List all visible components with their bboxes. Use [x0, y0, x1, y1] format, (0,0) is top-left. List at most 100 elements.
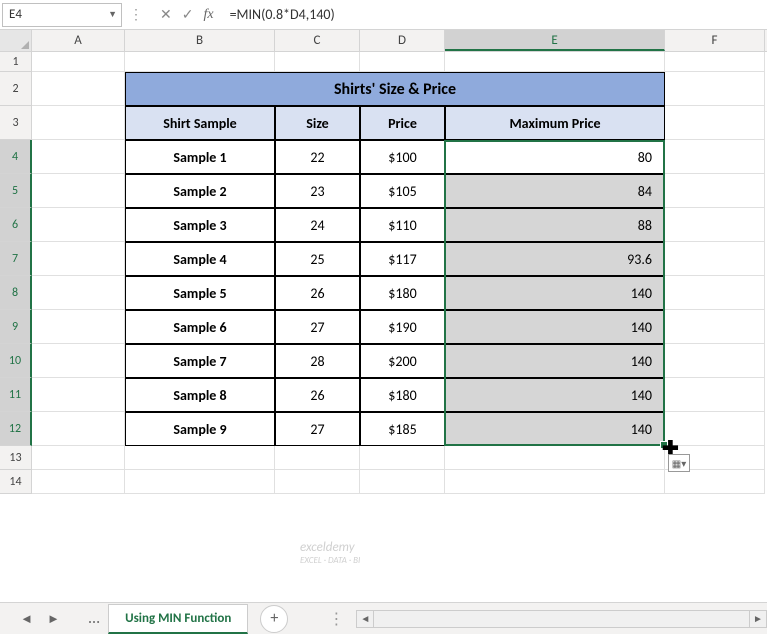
- cell-A8[interactable]: [32, 276, 125, 310]
- cell-sample[interactable]: Sample 1: [125, 140, 275, 174]
- cell-sample[interactable]: Sample 8: [125, 378, 275, 412]
- cell-F6[interactable]: [665, 208, 765, 242]
- col-header-E[interactable]: E: [445, 30, 665, 51]
- row-header-6[interactable]: 6: [0, 208, 32, 242]
- cell-max[interactable]: 88: [445, 208, 665, 242]
- cell-size[interactable]: 27: [275, 412, 360, 446]
- cell-sample[interactable]: Sample 3: [125, 208, 275, 242]
- row-header-11[interactable]: 11: [0, 378, 32, 412]
- col-header-B[interactable]: B: [125, 30, 275, 51]
- cell-sample[interactable]: Sample 2: [125, 174, 275, 208]
- cell-A5[interactable]: [32, 174, 125, 208]
- header-size[interactable]: Size: [275, 106, 360, 140]
- col-header-A[interactable]: A: [32, 30, 125, 51]
- scroll-left-icon[interactable]: ◄: [356, 610, 374, 628]
- cell-F9[interactable]: [665, 310, 765, 344]
- cell-size[interactable]: 22: [275, 140, 360, 174]
- header-max[interactable]: Maximum Price: [445, 106, 665, 140]
- cell-size[interactable]: 26: [275, 276, 360, 310]
- cell-E14[interactable]: [445, 470, 665, 494]
- cell-size[interactable]: 26: [275, 378, 360, 412]
- sheet-nav-left-icon[interactable]: ◄: [20, 611, 33, 627]
- new-sheet-button[interactable]: +: [260, 605, 288, 633]
- cell-max[interactable]: 140: [445, 378, 665, 412]
- name-box-dropdown-icon[interactable]: ▼: [108, 9, 117, 20]
- cell-price[interactable]: $100: [360, 140, 445, 174]
- cell-price[interactable]: $200: [360, 344, 445, 378]
- cell-C14[interactable]: [275, 470, 360, 494]
- cell-size[interactable]: 25: [275, 242, 360, 276]
- cell-D14[interactable]: [360, 470, 445, 494]
- col-header-C[interactable]: C: [275, 30, 360, 51]
- cell-size[interactable]: 23: [275, 174, 360, 208]
- sheet-nav-right-icon[interactable]: ►: [47, 611, 60, 627]
- sheet-overflow-icon[interactable]: ...: [80, 609, 108, 628]
- cell-B13[interactable]: [125, 446, 275, 470]
- cancel-icon[interactable]: ✕: [160, 6, 172, 23]
- cell-A4[interactable]: [32, 140, 125, 174]
- header-price[interactable]: Price: [360, 106, 445, 140]
- cell-max[interactable]: 140: [445, 276, 665, 310]
- cell-F1[interactable]: [665, 52, 765, 72]
- cell-F4[interactable]: [665, 140, 765, 174]
- cell-sample[interactable]: Sample 7: [125, 344, 275, 378]
- cell-A10[interactable]: [32, 344, 125, 378]
- row-header-10[interactable]: 10: [0, 344, 32, 378]
- cell-F8[interactable]: [665, 276, 765, 310]
- cell-price[interactable]: $185: [360, 412, 445, 446]
- select-all-corner[interactable]: [0, 30, 32, 51]
- cell-sample[interactable]: Sample 5: [125, 276, 275, 310]
- cell-size[interactable]: 24: [275, 208, 360, 242]
- cell-max[interactable]: 140: [445, 310, 665, 344]
- scroll-right-icon[interactable]: ►: [749, 610, 767, 628]
- cell-price[interactable]: $180: [360, 276, 445, 310]
- cell-E1[interactable]: [445, 52, 665, 72]
- cell-C1[interactable]: [275, 52, 360, 72]
- cell-A2[interactable]: [32, 72, 125, 106]
- row-header-12[interactable]: 12: [0, 412, 32, 446]
- cell-price[interactable]: $190: [360, 310, 445, 344]
- cell-sample[interactable]: Sample 9: [125, 412, 275, 446]
- formula-input[interactable]: =MIN(0.8*D4,140): [222, 6, 767, 23]
- cell-size[interactable]: 28: [275, 344, 360, 378]
- cell-D13[interactable]: [360, 446, 445, 470]
- cell-price[interactable]: $180: [360, 378, 445, 412]
- row-header-13[interactable]: 13: [0, 446, 32, 470]
- cell-F11[interactable]: [665, 378, 765, 412]
- name-box[interactable]: E4 ▼: [2, 3, 122, 27]
- cell-F12[interactable]: [665, 412, 765, 446]
- cell-B1[interactable]: [125, 52, 275, 72]
- cell-F2[interactable]: [665, 72, 765, 106]
- cell-A7[interactable]: [32, 242, 125, 276]
- row-header-14[interactable]: 14: [0, 470, 32, 494]
- horizontal-scrollbar[interactable]: ◄ ►: [356, 610, 767, 628]
- cell-A9[interactable]: [32, 310, 125, 344]
- row-header-4[interactable]: 4: [0, 140, 32, 174]
- cell-D1[interactable]: [360, 52, 445, 72]
- cell-sample[interactable]: Sample 6: [125, 310, 275, 344]
- cell-max[interactable]: 140: [445, 344, 665, 378]
- table-title[interactable]: Shirts' Size & Price: [125, 72, 665, 106]
- cell-F10[interactable]: [665, 344, 765, 378]
- cell-F5[interactable]: [665, 174, 765, 208]
- fx-icon[interactable]: fx: [203, 7, 213, 23]
- row-header-9[interactable]: 9: [0, 310, 32, 344]
- cell-B14[interactable]: [125, 470, 275, 494]
- cell-A13[interactable]: [32, 446, 125, 470]
- cell-E13[interactable]: [445, 446, 665, 470]
- col-header-F[interactable]: F: [665, 30, 765, 51]
- row-header-7[interactable]: 7: [0, 242, 32, 276]
- cell-max[interactable]: 84: [445, 174, 665, 208]
- cell-max[interactable]: 80: [445, 140, 665, 174]
- cell-sample[interactable]: Sample 4: [125, 242, 275, 276]
- row-header-2[interactable]: 2: [0, 72, 32, 106]
- sheet-tab-active[interactable]: Using MIN Function: [108, 604, 248, 634]
- cell-max[interactable]: 93.6: [445, 242, 665, 276]
- scroll-track[interactable]: [374, 610, 749, 628]
- row-header-8[interactable]: 8: [0, 276, 32, 310]
- cell-price[interactable]: $117: [360, 242, 445, 276]
- cell-price[interactable]: $105: [360, 174, 445, 208]
- header-sample[interactable]: Shirt Sample: [125, 106, 275, 140]
- cell-A6[interactable]: [32, 208, 125, 242]
- cell-F14[interactable]: [665, 470, 765, 494]
